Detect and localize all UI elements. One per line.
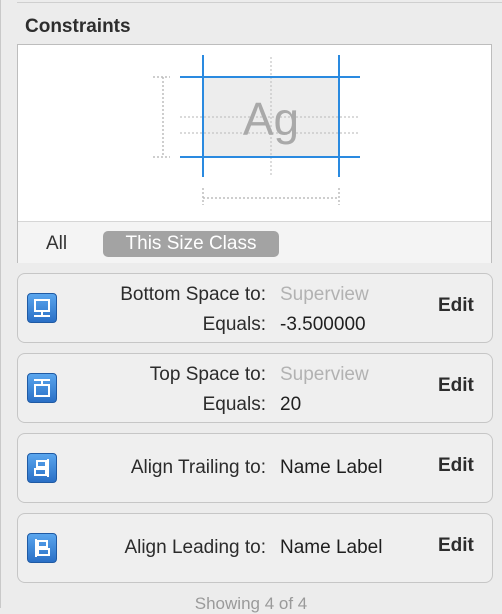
constraint-second-label: Equals: [202, 314, 266, 335]
constraint-first-label: Align Leading to: [124, 537, 266, 558]
constraint-second-value[interactable]: 20 [280, 394, 301, 416]
footer-status: Showing 4 of 4 [194, 594, 308, 613]
preview-sample-text: Ag [243, 93, 299, 145]
constraint-first-value[interactable]: Superview [280, 284, 369, 306]
constraint-card: Align Leading to: Name Label Edit [17, 513, 493, 583]
panel-left-border [0, 0, 1, 608]
constraint-first-label: Top Space to: [149, 364, 266, 385]
scope-all-button[interactable]: All [46, 233, 67, 255]
constraint-first-value[interactable]: Name Label [280, 537, 382, 559]
constraint-first-value[interactable]: Superview [280, 364, 369, 386]
preview-canvas: Ag [18, 45, 491, 221]
top-divider [17, 2, 502, 3]
constraint-first-label: Align Trailing to: [130, 457, 266, 478]
scope-bar: All This Size Class [18, 221, 491, 263]
scope-this-size-class-button[interactable]: This Size Class [103, 231, 279, 257]
constraint-card: Top Space to: Superview Equals: 20 Edit [17, 353, 493, 423]
edit-button[interactable]: Edit [438, 535, 474, 557]
edit-button[interactable]: Edit [438, 455, 474, 477]
edit-button[interactable]: Edit [438, 375, 474, 397]
constraint-second-label: Equals: [202, 394, 266, 415]
edit-button[interactable]: Edit [438, 295, 474, 317]
constraint-card: Bottom Space to: Superview Equals: -3.50… [17, 273, 493, 343]
constraint-card: Align Trailing to: Name Label Edit [17, 433, 493, 503]
constraint-first-label: Bottom Space to: [120, 284, 266, 305]
constraint-first-value[interactable]: Name Label [280, 457, 382, 479]
constraint-diagram: Ag [153, 55, 360, 205]
section-title: Constraints [25, 16, 131, 37]
constraint-second-value[interactable]: -3.500000 [280, 314, 366, 336]
constraints-preview: Ag All This Size Class [17, 44, 492, 263]
